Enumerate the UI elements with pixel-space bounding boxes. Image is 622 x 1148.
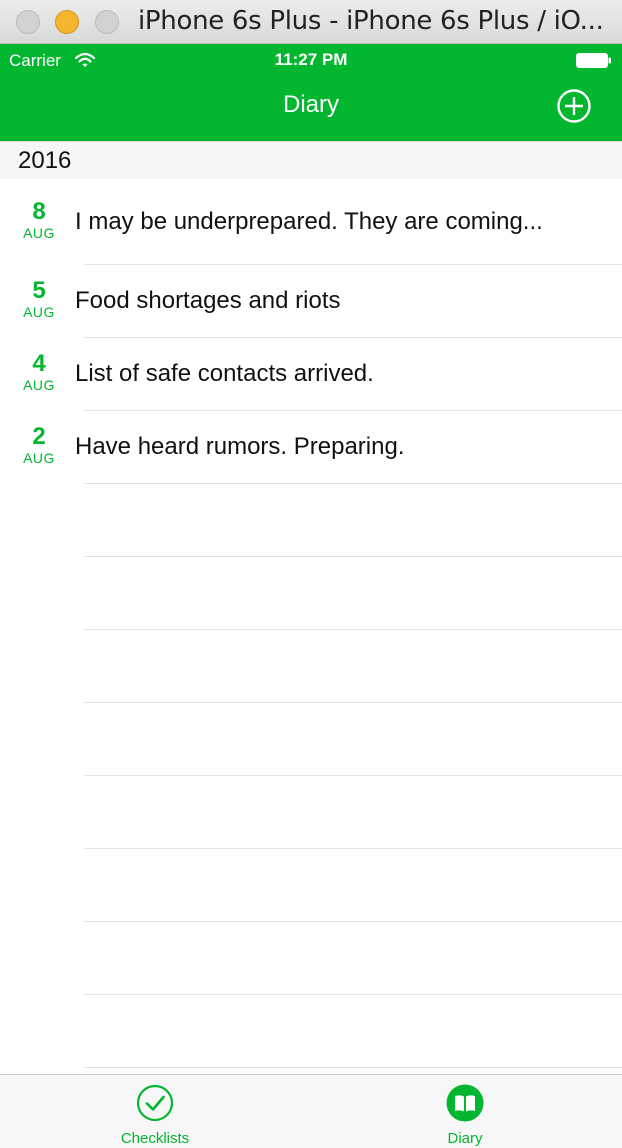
window-title: iPhone 6s Plus - iPhone 6s Plus / iO... bbox=[138, 6, 604, 36]
section-header-year: 2016 bbox=[0, 141, 622, 179]
page-title: Diary bbox=[282, 91, 339, 118]
tab-label: Diary bbox=[447, 1130, 483, 1147]
minimize-window-button[interactable] bbox=[55, 10, 79, 34]
row-separator bbox=[84, 556, 622, 557]
diary-entry-row[interactable]: 5 AUG Food shortages and riots bbox=[0, 265, 622, 338]
row-separator bbox=[84, 702, 622, 703]
entry-day: 5 bbox=[32, 277, 46, 304]
tab-checklists[interactable]: Checklists bbox=[85, 1075, 225, 1148]
entry-text: List of safe contacts arrived. bbox=[75, 360, 374, 387]
row-separator bbox=[84, 921, 622, 922]
row-separator bbox=[84, 848, 622, 849]
row-separator bbox=[84, 483, 622, 484]
section-title: 2016 bbox=[18, 147, 72, 174]
entry-text: Food shortages and riots bbox=[75, 287, 341, 314]
row-separator bbox=[84, 410, 622, 411]
status-time: 11:27 PM bbox=[274, 50, 348, 69]
tab-diary[interactable]: Diary bbox=[395, 1075, 535, 1148]
book-icon bbox=[446, 1084, 484, 1122]
entry-date: 2 AUG bbox=[0, 423, 78, 467]
row-separator bbox=[84, 775, 622, 776]
entry-month: AUG bbox=[23, 450, 55, 466]
row-separator bbox=[84, 1067, 622, 1068]
entry-day: 4 bbox=[32, 350, 46, 377]
row-separator bbox=[84, 629, 622, 630]
entry-text: I may be underprepared. They are coming.… bbox=[75, 208, 543, 235]
close-window-button[interactable] bbox=[16, 10, 40, 34]
status-bar: Carrier 11:27 PM bbox=[0, 44, 622, 76]
diary-entry-row[interactable]: 2 AUG Have heard rumors. Preparing. bbox=[0, 411, 622, 484]
row-separator bbox=[84, 337, 622, 338]
tab-label: Checklists bbox=[120, 1130, 190, 1147]
entry-date: 5 AUG bbox=[0, 277, 78, 321]
entry-date: 4 AUG bbox=[0, 350, 78, 394]
entry-month: AUG bbox=[23, 225, 55, 241]
navigation-header: Carrier 11:27 PM Diary bbox=[0, 44, 622, 141]
zoom-window-button[interactable] bbox=[95, 10, 119, 34]
add-entry-button[interactable] bbox=[556, 88, 592, 124]
entry-day: 8 bbox=[32, 198, 46, 225]
diary-entry-row[interactable]: 4 AUG List of safe contacts arrived. bbox=[0, 338, 622, 411]
row-separator bbox=[84, 994, 622, 995]
row-separator bbox=[84, 264, 622, 265]
tab-bar: Checklists Diary bbox=[0, 1074, 622, 1148]
battery-icon bbox=[576, 53, 611, 68]
window-titlebar: iPhone 6s Plus - iPhone 6s Plus / iO... bbox=[0, 0, 622, 44]
entry-date: 8 AUG bbox=[0, 198, 78, 242]
diary-entry-row[interactable]: 8 AUG I may be underprepared. They are c… bbox=[0, 179, 622, 265]
entry-text: Have heard rumors. Preparing. bbox=[75, 433, 405, 460]
entry-month: AUG bbox=[23, 377, 55, 393]
entry-month: AUG bbox=[23, 304, 55, 320]
entry-day: 2 bbox=[32, 423, 46, 450]
checkmark-circle-icon bbox=[136, 1084, 174, 1122]
